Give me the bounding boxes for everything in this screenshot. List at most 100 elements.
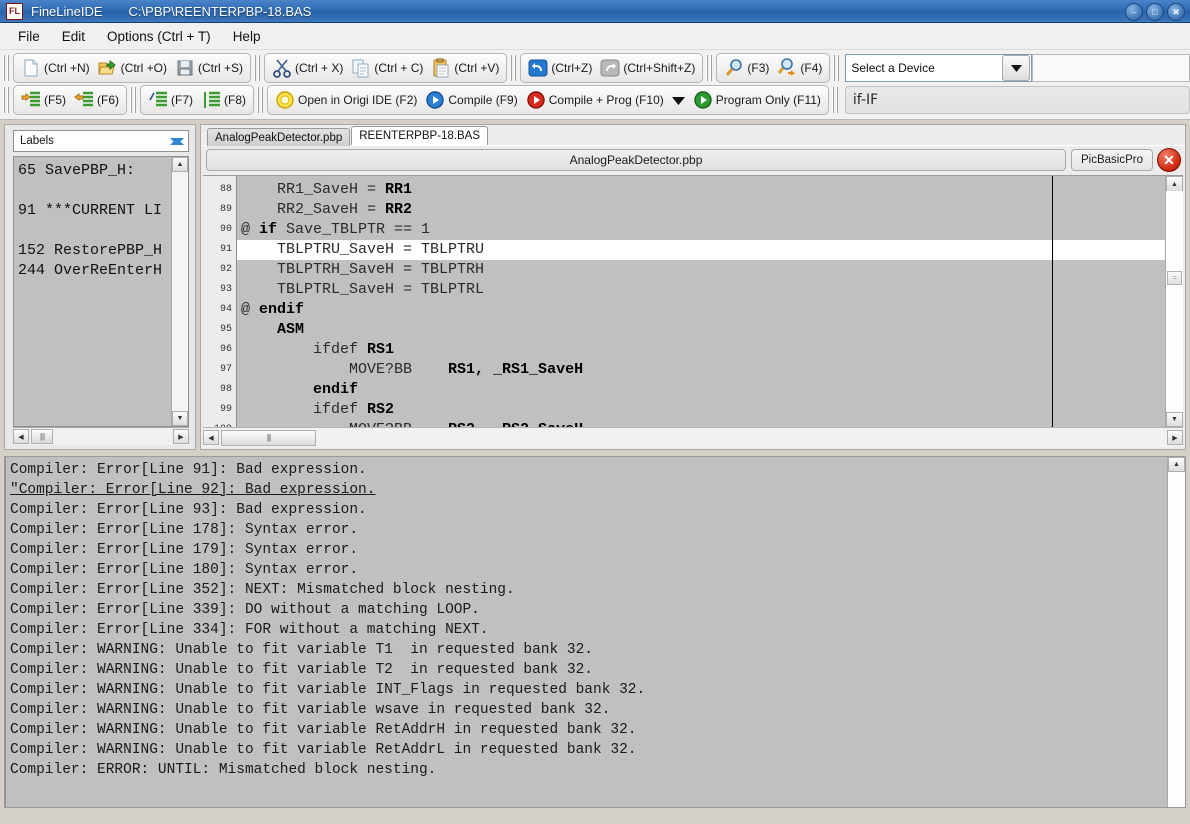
output-line[interactable]: Compiler: Error[Line 179]: Syntax error. xyxy=(10,540,1167,560)
uncomment-button[interactable]: (F8) xyxy=(197,88,250,112)
output-line[interactable]: Compiler: Error[Line 339]: DO without a … xyxy=(10,600,1167,620)
scroll-down-arrow-icon[interactable]: ▼ xyxy=(1166,412,1183,427)
toolbar-grip[interactable] xyxy=(130,87,137,113)
output-line[interactable]: Compiler: Error[Line 334]: FOR without a… xyxy=(10,620,1167,640)
output-vertical-scrollbar[interactable]: ▲ xyxy=(1167,457,1185,807)
undo-button[interactable]: (Ctrl+Z) xyxy=(524,56,596,80)
scroll-right-arrow-icon[interactable]: ▶ xyxy=(173,429,189,444)
compile-and-program-button[interactable]: Compile + Prog (F10) xyxy=(522,88,668,112)
label-list-item[interactable]: 152 RestorePBP_H xyxy=(18,241,171,261)
scroll-thumb[interactable]: |||| xyxy=(221,430,316,446)
label-list-item[interactable]: 244 OverReEnterH xyxy=(18,261,171,281)
output-line[interactable]: Compiler: WARNING: Unable to fit variabl… xyxy=(10,740,1167,760)
comment-button[interactable]: (F7) xyxy=(144,88,197,112)
output-line[interactable]: Compiler: WARNING: Unable to fit variabl… xyxy=(10,660,1167,680)
find-next-button[interactable]: (F4) xyxy=(773,56,826,80)
tab-analogpeakdetector[interactable]: AnalogPeakDetector.pbp xyxy=(207,128,350,146)
label-list-item[interactable]: 65 SavePBP_H: xyxy=(18,161,171,181)
status-field[interactable]: if-IF xyxy=(845,86,1190,114)
output-line[interactable]: Compiler: Error[Line 352]: NEXT: Mismatc… xyxy=(10,580,1167,600)
open-in-origi-ide-button[interactable]: Open in Origi IDE (F2) xyxy=(271,88,421,112)
scroll-thumb[interactable]: |||| xyxy=(31,429,53,444)
editor-horizontal-scrollbar[interactable]: ◀ |||| ▶ xyxy=(203,427,1183,447)
menu-edit[interactable]: Edit xyxy=(52,26,95,47)
menu-help[interactable]: Help xyxy=(223,26,271,47)
toolbar-grip[interactable] xyxy=(832,87,839,113)
program-only-button[interactable]: Program Only (F11) xyxy=(689,88,825,112)
output-line[interactable]: Compiler: Error[Line 93]: Bad expression… xyxy=(10,500,1167,520)
minimize-button[interactable]: – xyxy=(1125,3,1143,21)
active-file-button[interactable]: AnalogPeakDetector.pbp xyxy=(206,149,1066,171)
new-file-button[interactable]: (Ctrl +N) xyxy=(17,56,94,80)
code-scroll-area[interactable]: RR1_SaveH = RR1 RR2_SaveH = RR2@ if Save… xyxy=(237,176,1165,427)
maximize-button[interactable]: □ xyxy=(1146,3,1164,21)
code-line[interactable]: ASM xyxy=(237,320,1165,340)
toolbar-grip[interactable] xyxy=(3,55,10,81)
labels-vertical-scrollbar[interactable]: ▲ ▼ xyxy=(171,157,188,426)
compiler-output-text[interactable]: Compiler: Error[Line 91]: Bad expression… xyxy=(5,457,1167,807)
open-file-button[interactable]: (Ctrl +O) xyxy=(94,56,171,80)
menu-options[interactable]: Options (Ctrl + T) xyxy=(97,26,221,47)
build-options-dropdown[interactable] xyxy=(668,88,689,112)
scroll-up-arrow-icon[interactable]: ▲ xyxy=(172,157,188,172)
device-extra-field[interactable] xyxy=(1032,54,1190,82)
scroll-left-arrow-icon[interactable]: ◀ xyxy=(203,430,219,445)
scroll-track[interactable] xyxy=(1166,191,1183,412)
code-line[interactable]: endif xyxy=(237,380,1165,400)
scroll-right-arrow-icon[interactable]: ▶ xyxy=(1167,430,1183,445)
cut-button[interactable]: (Ctrl + X) xyxy=(268,56,347,80)
editor-vertical-scrollbar[interactable]: ▲ = ▼ xyxy=(1165,176,1183,427)
output-line[interactable]: Compiler: Error[Line 178]: Syntax error. xyxy=(10,520,1167,540)
code-line[interactable]: TBLPTRU_SaveH = TBLPTRU xyxy=(237,240,1165,260)
scroll-thumb[interactable]: = xyxy=(1167,271,1182,285)
code-line[interactable]: ifdef RS2 xyxy=(237,400,1165,420)
compile-button[interactable]: Compile (F9) xyxy=(421,88,521,112)
output-line[interactable]: Compiler: WARNING: Unable to fit variabl… xyxy=(10,700,1167,720)
output-line[interactable]: "Compiler: Error[Line 92]: Bad expressio… xyxy=(10,480,1167,500)
toolbar-grip[interactable] xyxy=(3,87,10,113)
toolbar-grip[interactable] xyxy=(833,55,840,81)
scroll-down-arrow-icon[interactable]: ▼ xyxy=(172,411,188,426)
code-line[interactable]: ifdef RS1 xyxy=(237,340,1165,360)
find-button[interactable]: (F3) xyxy=(720,56,773,80)
toolbar-grip[interactable] xyxy=(257,87,264,113)
code-lines[interactable]: RR1_SaveH = RR1 RR2_SaveH = RR2@ if Save… xyxy=(237,176,1165,427)
code-line[interactable]: MOVE?BB RS2, _RS2_SaveH xyxy=(237,420,1165,427)
code-line[interactable]: MOVE?BB RS1, _RS1_SaveH xyxy=(237,360,1165,380)
language-button[interactable]: PicBasicPro xyxy=(1071,149,1153,171)
output-line[interactable]: Compiler: WARNING: Unable to fit variabl… xyxy=(10,680,1167,700)
output-line[interactable]: Compiler: Error[Line 91]: Bad expression… xyxy=(10,460,1167,480)
diamond-dropdown-icon[interactable] xyxy=(170,138,184,152)
tab-reenterpbp[interactable]: REENTERPBP-18.BAS xyxy=(351,126,488,145)
labels-horizontal-scrollbar[interactable]: ◀ |||| ▶ xyxy=(13,427,189,445)
scroll-up-arrow-icon[interactable]: ▲ xyxy=(1166,176,1183,191)
label-list-item[interactable]: 91 ***CURRENT LI xyxy=(18,201,171,221)
code-line[interactable]: @ endif xyxy=(237,300,1165,320)
output-line[interactable]: Compiler: WARNING: Unable to fit variabl… xyxy=(10,720,1167,740)
code-line[interactable]: RR2_SaveH = RR2 xyxy=(237,200,1165,220)
code-line[interactable]: TBLPTRL_SaveH = TBLPTRL xyxy=(237,280,1165,300)
scroll-up-arrow-icon[interactable]: ▲ xyxy=(1168,457,1185,472)
labels-selector[interactable]: Labels xyxy=(13,130,189,152)
outdent-button[interactable]: (F6) xyxy=(70,88,123,112)
toolbar-grip[interactable] xyxy=(254,55,261,81)
code-line[interactable]: RR1_SaveH = RR1 xyxy=(237,180,1165,200)
close-window-button[interactable]: ✖ xyxy=(1167,3,1185,21)
indent-button[interactable]: (F5) xyxy=(17,88,70,112)
scroll-left-arrow-icon[interactable]: ◀ xyxy=(13,429,29,444)
menu-file[interactable]: File xyxy=(8,26,50,47)
code-line[interactable]: TBLPTRH_SaveH = TBLPTRH xyxy=(237,260,1165,280)
output-line[interactable]: Compiler: Error[Line 180]: Syntax error. xyxy=(10,560,1167,580)
toolbar-grip[interactable] xyxy=(510,55,517,81)
close-document-button[interactable]: ✕ xyxy=(1157,148,1181,172)
code-line[interactable]: @ if Save_TBLPTR == 1 xyxy=(237,220,1165,240)
toolbar-grip[interactable] xyxy=(706,55,713,81)
output-line[interactable]: Compiler: ERROR: UNTIL: Mismatched block… xyxy=(10,760,1167,780)
chevron-down-icon[interactable] xyxy=(1002,55,1030,81)
redo-button[interactable]: (Ctrl+Shift+Z) xyxy=(596,56,699,80)
copy-button[interactable]: (Ctrl + C) xyxy=(347,56,427,80)
device-select[interactable]: Select a Device xyxy=(845,54,1032,82)
save-file-button[interactable]: (Ctrl +S) xyxy=(171,56,247,80)
output-line[interactable]: Compiler: WARNING: Unable to fit variabl… xyxy=(10,640,1167,660)
paste-button[interactable]: (Ctrl +V) xyxy=(427,56,503,80)
